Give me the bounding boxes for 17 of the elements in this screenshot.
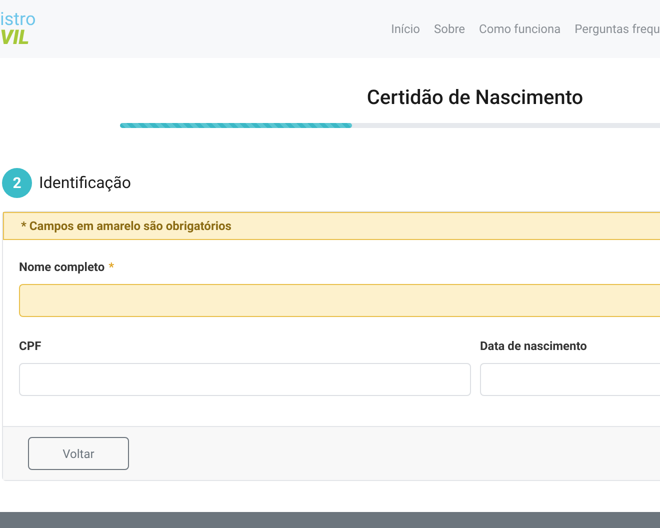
nav-link[interactable]: Sobre bbox=[434, 20, 466, 38]
input-field[interactable] bbox=[480, 363, 660, 396]
input-field[interactable] bbox=[19, 363, 471, 396]
required-notice: * Campos em amarelo são obrigatórios bbox=[3, 212, 660, 240]
input-field[interactable] bbox=[19, 284, 660, 317]
step-title: Identificação bbox=[39, 172, 131, 194]
page-title: Certidão de Nascimento bbox=[366, 84, 584, 111]
field-label: Data de nascimento bbox=[480, 338, 587, 355]
field-label: Nome completo bbox=[19, 259, 105, 276]
back-button[interactable]: Voltar bbox=[28, 437, 129, 470]
nav-link[interactable]: Perguntas frequ bbox=[574, 20, 660, 38]
field-label: CPF bbox=[19, 338, 42, 355]
logo[interactable]: istro VIL bbox=[0, 11, 36, 47]
nav-link[interactable]: Como funciona bbox=[479, 20, 561, 38]
required-mark: * bbox=[108, 259, 114, 276]
nav-link[interactable]: Início bbox=[391, 20, 420, 38]
step-number: 2 bbox=[2, 168, 32, 198]
